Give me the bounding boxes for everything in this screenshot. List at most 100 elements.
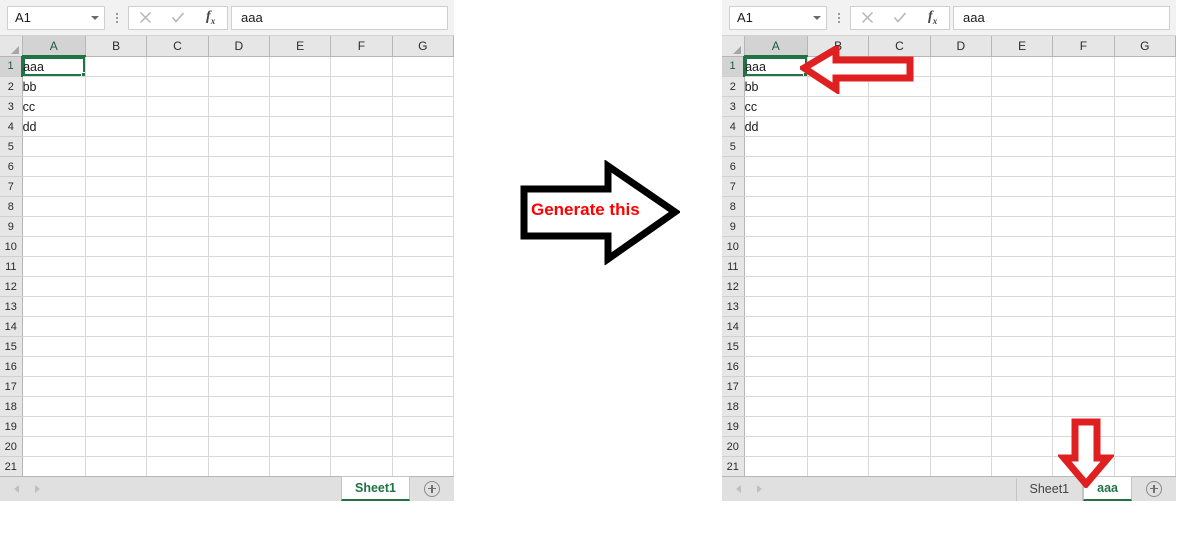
row-header-13[interactable]: 13 [722, 296, 745, 317]
cell-c7[interactable] [868, 176, 931, 197]
cell-c8[interactable] [146, 196, 209, 217]
cell-g13[interactable] [1114, 296, 1176, 317]
row-header-17[interactable]: 17 [0, 376, 23, 397]
cell-d9[interactable] [930, 216, 992, 237]
cell-g7[interactable] [392, 176, 454, 197]
cell-b2[interactable] [85, 76, 148, 97]
cell-g17[interactable] [1114, 376, 1176, 397]
column-header-g-left[interactable]: G [392, 36, 454, 57]
cell-b1[interactable] [85, 56, 148, 77]
cell-f6[interactable] [1052, 156, 1115, 177]
cell-d12[interactable] [208, 276, 270, 297]
cell-e16[interactable] [269, 356, 332, 377]
cell-e14[interactable] [991, 316, 1054, 337]
cell-b3[interactable] [85, 96, 148, 117]
cell-a4[interactable]: dd [22, 116, 86, 137]
cell-e2[interactable] [991, 76, 1054, 97]
cell-a10[interactable] [22, 236, 86, 257]
cell-g14[interactable] [1114, 316, 1176, 337]
cell-e1[interactable] [269, 56, 332, 77]
cell-g3[interactable] [1114, 96, 1176, 117]
cell-b7[interactable] [807, 176, 870, 197]
cell-b13[interactable] [85, 296, 148, 317]
cell-d21[interactable] [930, 456, 992, 476]
cell-e11[interactable] [991, 256, 1054, 277]
row-header-10[interactable]: 10 [722, 236, 745, 257]
cell-d1[interactable] [930, 56, 992, 77]
cell-f3[interactable] [330, 96, 393, 117]
cell-c4[interactable] [868, 116, 931, 137]
cell-e9[interactable] [269, 216, 332, 237]
name-box-left[interactable]: A1 [7, 5, 105, 30]
cell-f20[interactable] [330, 436, 393, 457]
cell-b18[interactable] [807, 396, 870, 417]
row-header-6[interactable]: 6 [0, 156, 23, 177]
cell-b4[interactable] [807, 116, 870, 137]
cell-e17[interactable] [269, 376, 332, 397]
cell-c21[interactable] [868, 456, 931, 476]
cell-d10[interactable] [208, 236, 270, 257]
column-header-g-right[interactable]: G [1114, 36, 1176, 57]
cell-e3[interactable] [269, 96, 332, 117]
cell-c12[interactable] [868, 276, 931, 297]
cell-d8[interactable] [208, 196, 270, 217]
cell-g19[interactable] [392, 416, 454, 437]
row-header-15[interactable]: 15 [0, 336, 23, 357]
cell-f6[interactable] [330, 156, 393, 177]
cell-a5[interactable] [744, 136, 808, 157]
cell-f11[interactable] [1052, 256, 1115, 277]
cell-a17[interactable] [744, 376, 808, 397]
cell-c19[interactable] [146, 416, 209, 437]
cell-e21[interactable] [269, 456, 332, 476]
cell-g21[interactable] [1114, 456, 1176, 476]
cell-g4[interactable] [392, 116, 454, 137]
cell-d5[interactable] [930, 136, 992, 157]
cell-d21[interactable] [208, 456, 270, 476]
cell-c18[interactable] [146, 396, 209, 417]
triangle-right-icon[interactable] [757, 484, 762, 493]
cell-e4[interactable] [269, 116, 332, 137]
cell-d4[interactable] [930, 116, 992, 137]
cell-c7[interactable] [146, 176, 209, 197]
row-header-16[interactable]: 16 [722, 356, 745, 377]
cell-a19[interactable] [744, 416, 808, 437]
cell-f19[interactable] [330, 416, 393, 437]
row-header-1[interactable]: 1 [0, 56, 24, 77]
cell-f4[interactable] [1052, 116, 1115, 137]
row-header-10[interactable]: 10 [0, 236, 23, 257]
cell-a8[interactable] [744, 196, 808, 217]
column-header-f-right[interactable]: F [1052, 36, 1115, 57]
cell-f3[interactable] [1052, 96, 1115, 117]
cell-f11[interactable] [330, 256, 393, 277]
cell-d17[interactable] [208, 376, 270, 397]
cell-f14[interactable] [1052, 316, 1115, 337]
cell-g6[interactable] [392, 156, 454, 177]
cell-e3[interactable] [991, 96, 1054, 117]
fill-handle[interactable] [80, 72, 85, 76]
cell-c20[interactable] [868, 436, 931, 457]
cell-f1[interactable] [330, 56, 393, 77]
cell-c12[interactable] [146, 276, 209, 297]
cell-f17[interactable] [330, 376, 393, 397]
cell-a17[interactable] [22, 376, 86, 397]
check-icon[interactable] [886, 7, 914, 29]
cell-d13[interactable] [930, 296, 992, 317]
cell-d14[interactable] [930, 316, 992, 337]
cell-c4[interactable] [146, 116, 209, 137]
cell-a3[interactable]: cc [744, 96, 808, 117]
sheet-tab-aaa[interactable]: aaa [1083, 476, 1132, 501]
cell-c3[interactable] [146, 96, 209, 117]
row-header-2[interactable]: 2 [0, 76, 23, 97]
cell-a13[interactable] [744, 296, 808, 317]
cell-d6[interactable] [208, 156, 270, 177]
row-header-8[interactable]: 8 [722, 196, 745, 217]
row-header-21[interactable]: 21 [0, 456, 23, 476]
fx-icon[interactable]: fx [919, 7, 947, 29]
cell-b3[interactable] [807, 96, 870, 117]
row-header-4[interactable]: 4 [0, 116, 23, 137]
cell-d9[interactable] [208, 216, 270, 237]
cell-d13[interactable] [208, 296, 270, 317]
cell-b6[interactable] [85, 156, 148, 177]
cell-g4[interactable] [1114, 116, 1176, 137]
cell-a13[interactable] [22, 296, 86, 317]
